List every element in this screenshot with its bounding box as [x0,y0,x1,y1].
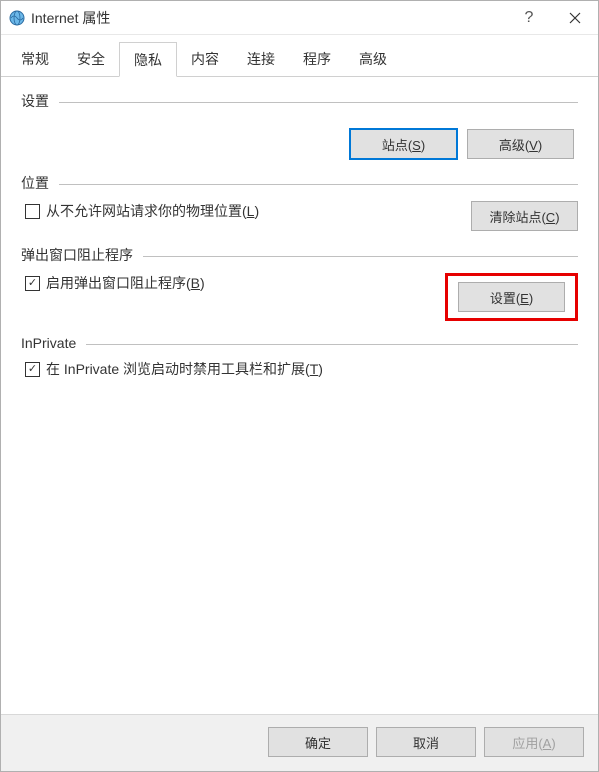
help-button[interactable]: ? [506,1,552,35]
tab-programs[interactable]: 程序 [289,42,345,77]
tab-privacy[interactable]: 隐私 [119,42,177,77]
divider [59,102,578,103]
section-location: 位置 从不允许网站请求你的物理位置(L) 清除站点(C) [21,173,578,231]
popup-settings-button[interactable]: 设置(E) [458,282,565,312]
section-inprivate-title: InPrivate [21,335,76,351]
sites-button[interactable]: 站点(S) [350,129,457,159]
section-popup-blocker: 弹出窗口阻止程序 启用弹出窗口阻止程序(B) 设置(E) [21,245,578,321]
divider [59,184,578,185]
tab-connections[interactable]: 连接 [233,42,289,77]
divider [143,256,578,257]
dialog-footer: 确定 取消 应用(A) [1,714,598,771]
advanced-button[interactable]: 高级(V) [467,129,574,159]
tab-content[interactable]: 内容 [177,42,233,77]
checkbox-icon [25,276,40,291]
popup-blocker-checkbox[interactable]: 启用弹出窗口阻止程序(B) [25,273,445,293]
section-inprivate: InPrivate 在 InPrivate 浏览启动时禁用工具栏和扩展(T) [21,335,578,379]
inprivate-checkbox-label: 在 InPrivate 浏览启动时禁用工具栏和扩展(T) [46,359,323,379]
window-title: Internet 属性 [31,8,506,28]
cancel-button[interactable]: 取消 [376,727,476,757]
apply-button[interactable]: 应用(A) [484,727,584,757]
internet-options-icon [9,10,25,26]
checkbox-icon [25,204,40,219]
tab-security[interactable]: 安全 [63,42,119,77]
tab-advanced[interactable]: 高级 [345,42,401,77]
titlebar: Internet 属性 ? [1,1,598,35]
close-button[interactable] [552,1,598,35]
internet-properties-dialog: Internet 属性 ? 常规 安全 隐私 内容 连接 程序 高级 设置 站点… [0,0,599,772]
section-popup-title: 弹出窗口阻止程序 [21,245,133,265]
section-settings: 设置 站点(S) 高级(V) [21,91,578,159]
location-checkbox[interactable]: 从不允许网站请求你的物理位置(L) [25,201,471,221]
clear-sites-button[interactable]: 清除站点(C) [471,201,578,231]
checkbox-icon [25,362,40,377]
highlight-annotation: 设置(E) [445,273,578,321]
ok-button[interactable]: 确定 [268,727,368,757]
section-settings-title: 设置 [21,91,49,111]
divider [86,344,578,345]
tab-strip: 常规 安全 隐私 内容 连接 程序 高级 [1,35,598,77]
section-location-title: 位置 [21,173,49,193]
popup-checkbox-label: 启用弹出窗口阻止程序(B) [46,273,205,293]
tab-general[interactable]: 常规 [7,42,63,77]
inprivate-checkbox[interactable]: 在 InPrivate 浏览启动时禁用工具栏和扩展(T) [25,359,578,379]
dialog-content: 设置 站点(S) 高级(V) 位置 从不允许网站请求你的物理 [1,77,598,714]
location-checkbox-label: 从不允许网站请求你的物理位置(L) [46,201,259,221]
